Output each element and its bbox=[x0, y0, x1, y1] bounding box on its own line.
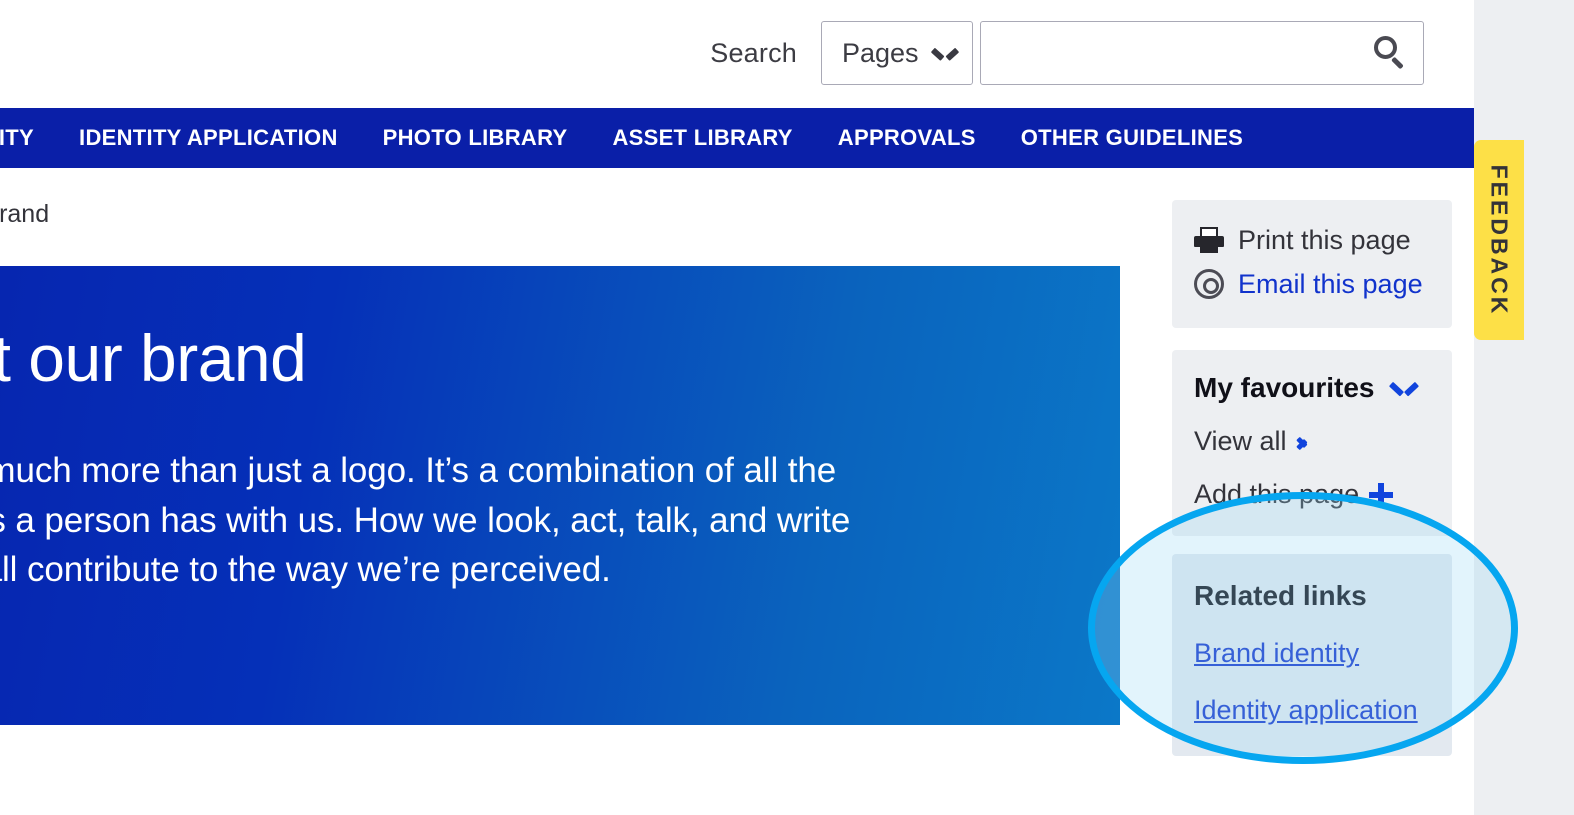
search-label: Search bbox=[710, 37, 797, 68]
nav-item-identity-application[interactable]: IDENTITY APPLICATION bbox=[79, 125, 338, 151]
nav-item-photo-library[interactable]: PHOTO LIBRARY bbox=[383, 125, 568, 151]
email-this-page-button[interactable]: Email this page bbox=[1194, 262, 1430, 306]
page-root: Search Pages ENTITY IDENTITY APPLICATION… bbox=[0, 0, 1574, 815]
search-scope-value: Pages bbox=[842, 37, 919, 68]
right-sidebar: Print this page Email this page My favou… bbox=[1172, 200, 1452, 756]
plus-icon bbox=[1369, 482, 1394, 507]
search-scope-select[interactable]: Pages bbox=[821, 21, 973, 85]
chevron-down-icon[interactable] bbox=[1391, 380, 1417, 396]
hero-banner: bout our brand and is much more than jus… bbox=[0, 266, 1120, 725]
feedback-tab[interactable]: FEEDBACK bbox=[1474, 140, 1524, 340]
hero-description-line: ractions a person has with us. How we lo… bbox=[0, 500, 851, 540]
related-links-title: Related links bbox=[1194, 580, 1367, 611]
hero-content: bout our brand and is much more than jus… bbox=[0, 320, 1120, 595]
my-favourites-title: My favourites bbox=[1194, 372, 1375, 403]
search-input-wrap[interactable] bbox=[980, 21, 1424, 85]
printer-icon bbox=[1194, 227, 1224, 253]
search-input[interactable] bbox=[981, 22, 1423, 84]
hero-description: and is much more than just a logo. It’s … bbox=[0, 446, 1120, 595]
hero-description-line: and is much more than just a logo. It’s … bbox=[0, 451, 837, 490]
chevron-down-icon bbox=[934, 46, 956, 60]
nav-item-asset-library[interactable]: ASSET LIBRARY bbox=[612, 125, 792, 151]
feedback-tab-label: FEEDBACK bbox=[1486, 164, 1513, 316]
my-favourites-panel: My favourites View all Add this page bbox=[1172, 350, 1452, 536]
at-icon bbox=[1194, 269, 1224, 299]
related-link-identity-application[interactable]: Identity application bbox=[1194, 695, 1430, 726]
email-this-page-label: Email this page bbox=[1238, 268, 1423, 299]
page-title: bout our brand bbox=[0, 321, 307, 395]
nav-item-other-guidelines[interactable]: OTHER GUIDELINES bbox=[1021, 125, 1243, 151]
print-this-page-label: Print this page bbox=[1238, 224, 1411, 255]
site-header: Search Pages bbox=[0, 0, 1474, 108]
search-cluster: Search Pages bbox=[710, 21, 1424, 85]
main-navigation: ENTITY IDENTITY APPLICATION PHOTO LIBRAR… bbox=[0, 108, 1474, 168]
nav-item-entity[interactable]: ENTITY bbox=[0, 125, 34, 151]
view-all-label: View all bbox=[1194, 426, 1287, 456]
hero-description-line: brand all contribute to the way we’re pe… bbox=[0, 550, 611, 590]
nav-item-approvals[interactable]: APPROVALS bbox=[838, 125, 976, 151]
chevron-right-icon bbox=[1297, 433, 1311, 451]
print-this-page-button[interactable]: Print this page bbox=[1194, 218, 1430, 262]
breadcrumb[interactable]: ur brand bbox=[0, 200, 49, 229]
page-content-column: Search Pages ENTITY IDENTITY APPLICATION… bbox=[0, 0, 1474, 815]
add-this-page-label: Add this page bbox=[1194, 479, 1360, 509]
related-links-panel: Related links Brand identity Identity ap… bbox=[1172, 554, 1452, 756]
view-all-favourites-link[interactable]: View all bbox=[1194, 426, 1430, 457]
my-favourites-toggle[interactable]: My favourites bbox=[1194, 372, 1430, 404]
utility-panel: Print this page Email this page bbox=[1172, 200, 1452, 328]
related-link-brand-identity[interactable]: Brand identity bbox=[1194, 638, 1430, 669]
add-this-page-link[interactable]: Add this page bbox=[1194, 479, 1430, 510]
